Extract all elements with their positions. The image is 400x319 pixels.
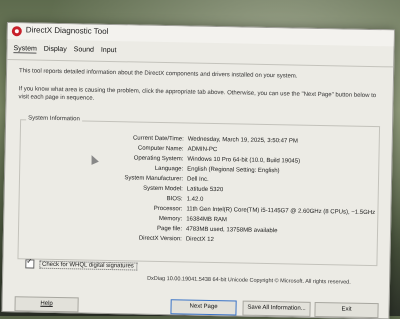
info-label: DirectX Version: — [138, 235, 182, 243]
tab-divider — [7, 59, 394, 68]
info-label: System Model: — [143, 185, 183, 193]
whql-check[interactable]: Check for WHQL digital signatures — [25, 259, 137, 271]
exit-button-label: Exit — [341, 306, 352, 313]
info-value: Dell Inc. — [186, 176, 209, 183]
info-label: Current Date/Time: — [132, 135, 184, 143]
help-button-label: Help — [40, 300, 53, 307]
info-label: Operating System: — [133, 155, 184, 163]
info-label: System Manufacturer: — [124, 175, 184, 183]
info-value: ADMIN-PC — [187, 146, 218, 154]
info-value: 16384MB RAM — [186, 216, 227, 224]
info-value: Wednesday, March 19, 2025, 3:50:47 PM — [187, 136, 299, 145]
info-label: Language: — [154, 165, 184, 173]
next-page-button[interactable]: Next Page — [170, 299, 237, 316]
help-button[interactable]: Help — [14, 296, 79, 313]
tab-input[interactable]: Input — [101, 47, 117, 54]
info-value: 4783MB used, 13758MB available — [185, 226, 278, 235]
window-title: DirectX Diagnostic Tool — [25, 25, 109, 36]
tab-display[interactable]: Display — [44, 46, 67, 53]
save-button-label: Save All Information... — [247, 304, 306, 312]
info-label: Page file: — [156, 225, 183, 233]
info-value: 1.42.0 — [186, 196, 204, 203]
whql-checkbox[interactable] — [25, 259, 35, 269]
next-page-button-label: Next Page — [189, 303, 218, 311]
save-all-information-button[interactable]: Save All Information... — [242, 300, 311, 317]
info-label: BIOS: — [166, 196, 183, 203]
system-information-title: System Information — [26, 115, 82, 123]
tab-sound[interactable]: Sound — [74, 46, 94, 53]
dxdiag-window: DirectX Diagnostic Tool System Display S… — [1, 22, 395, 319]
tab-bar: System Display Sound Input — [13, 45, 121, 59]
tab-system[interactable]: System — [13, 45, 37, 54]
instructions-text: If you know what area is causing the pro… — [18, 86, 377, 102]
info-label: Computer Name: — [137, 145, 184, 153]
version-copyright: DxDiag 10.00.19041.5438 64-bit Unicode C… — [147, 275, 351, 286]
info-value: Windows 10 Pro 64-bit (10.0, Build 19045… — [187, 156, 301, 165]
info-value: Latitude 5320 — [186, 186, 224, 194]
info-label: Memory: — [158, 215, 183, 223]
info-value: English (Regional Setting: English) — [187, 166, 280, 175]
directx-icon — [11, 26, 22, 37]
info-value: DirectX 12 — [185, 236, 214, 244]
intro-text: This tool reports detailed information a… — [18, 68, 298, 80]
whql-label[interactable]: Check for WHQL digital signatures — [38, 260, 137, 271]
info-label: Processor: — [153, 205, 183, 213]
